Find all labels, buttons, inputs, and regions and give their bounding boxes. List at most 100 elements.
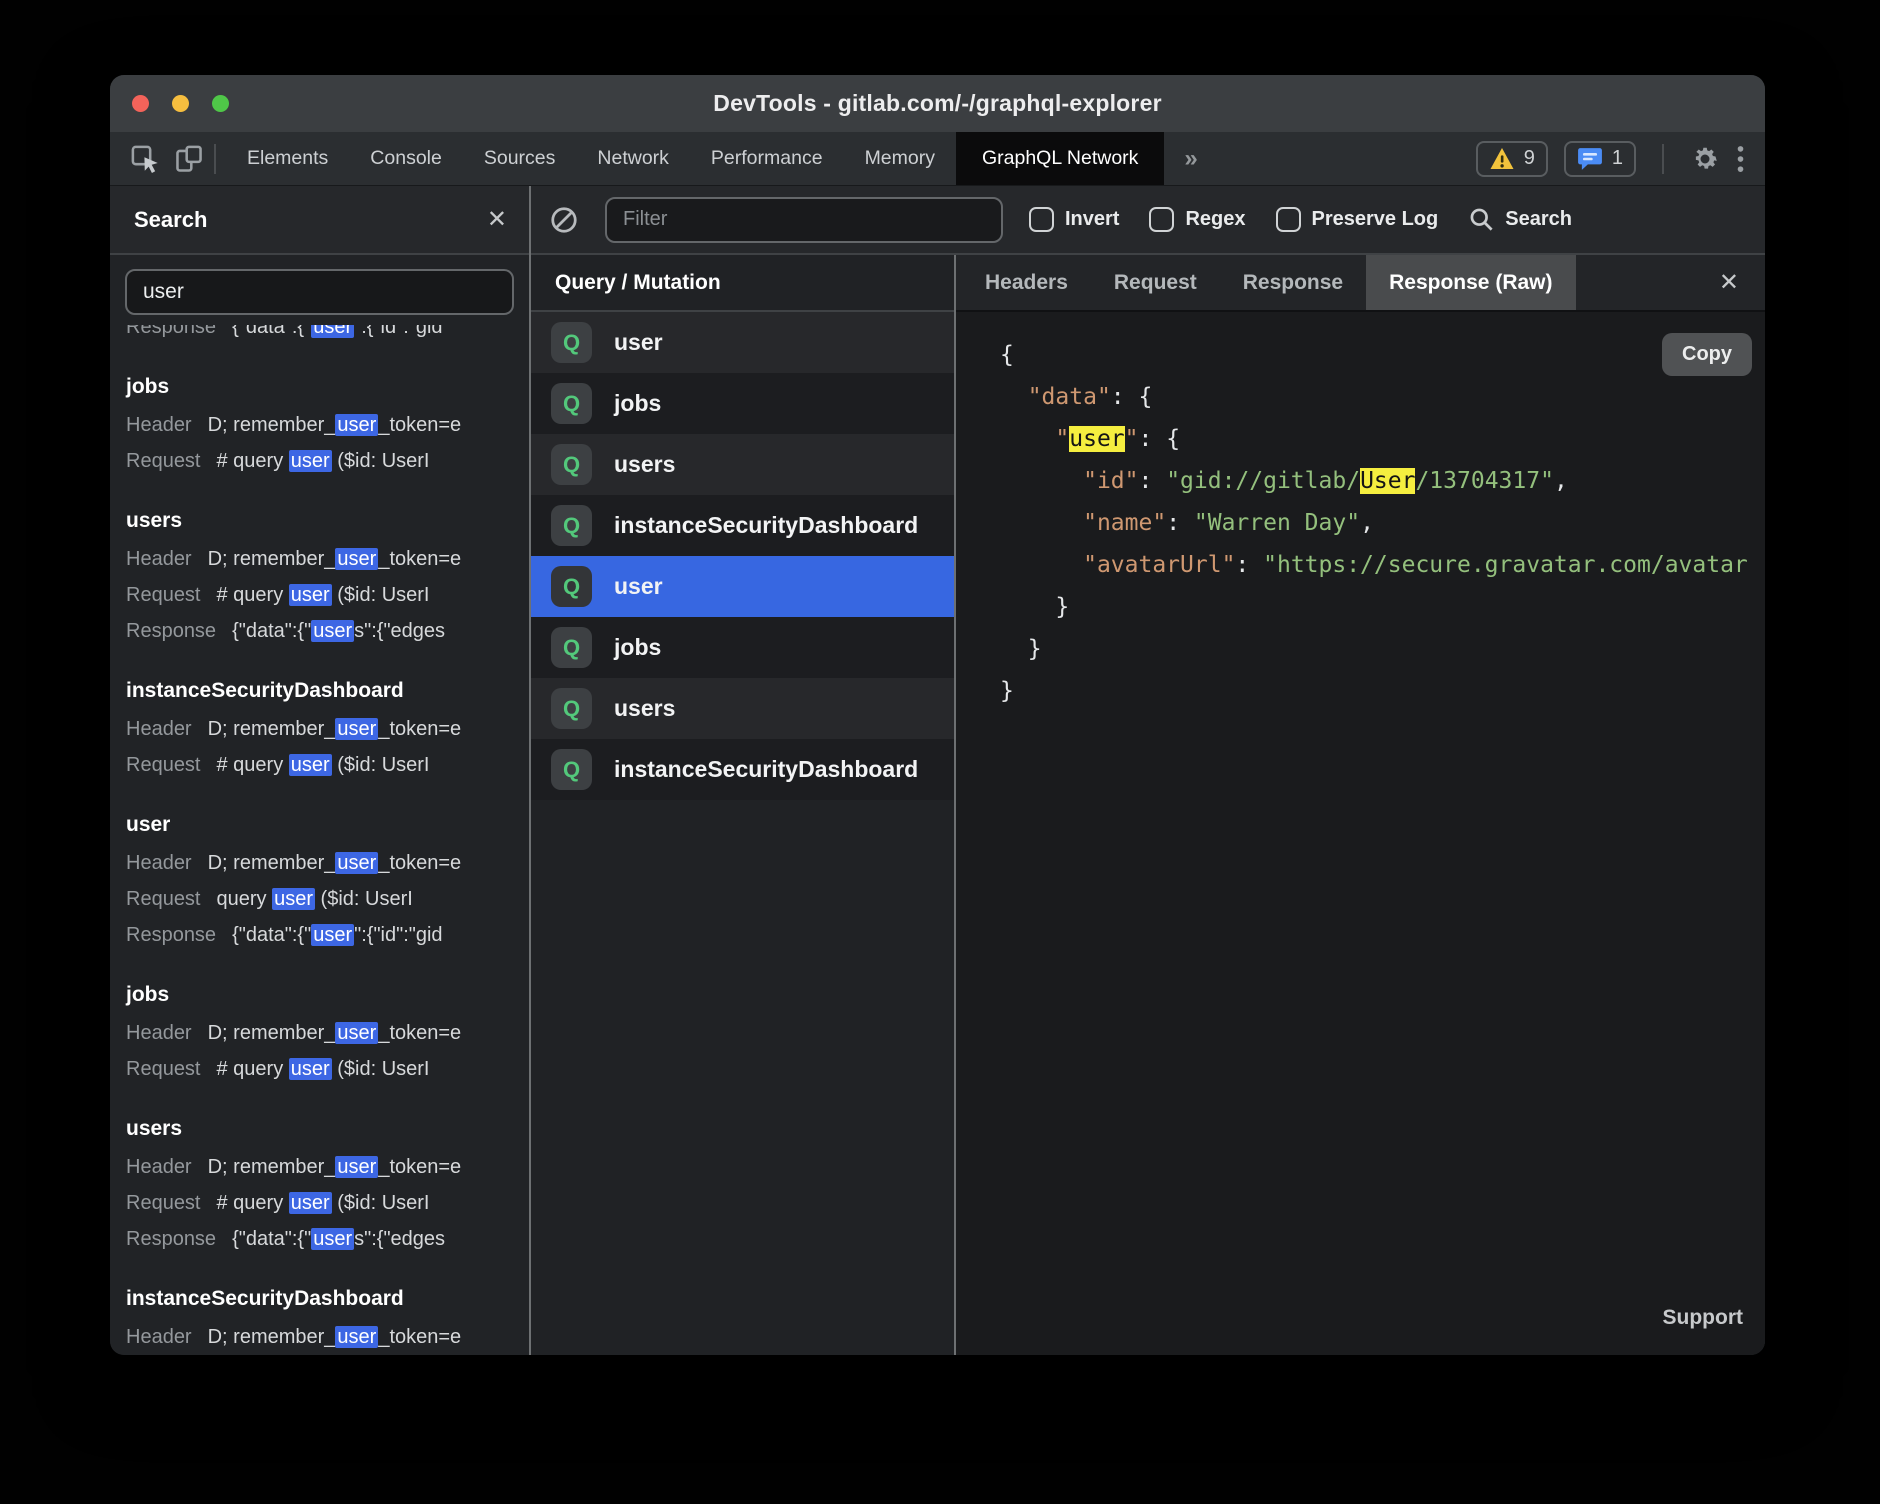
tab-performance[interactable]: Performance <box>690 132 844 185</box>
toolbar-search[interactable]: Search <box>1468 206 1572 233</box>
result-line-response[interactable]: Response{"data":{"user":{"id":"gid <box>126 325 443 345</box>
result-line-request[interactable]: Request# query user ($id: UserI <box>126 1051 529 1087</box>
device-toolbar-icon[interactable] <box>174 144 204 174</box>
search-match-highlight: user <box>335 1156 378 1178</box>
result-line-request[interactable]: Request# query user ($id: UserI <box>126 747 529 783</box>
result-line-header[interactable]: HeaderD; remember_user_token=e <box>126 1149 529 1185</box>
query-type-badge: Q <box>551 505 592 546</box>
result-group-title[interactable]: users <box>126 501 529 541</box>
result-line-header[interactable]: HeaderD; remember_user_token=e <box>126 407 529 443</box>
result-line-request[interactable]: Request# query user ($id: UserI <box>126 443 529 479</box>
detail-tab-response[interactable]: Response <box>1220 255 1366 310</box>
zoom-window-button[interactable] <box>212 95 229 112</box>
result-line-label: Request <box>126 450 201 472</box>
search-match-highlight: user <box>289 1058 332 1080</box>
message-badge[interactable]: 1 <box>1564 141 1636 177</box>
titlebar[interactable]: DevTools - gitlab.com/-/graphql-explorer <box>110 75 1765 132</box>
tab-sources[interactable]: Sources <box>463 132 577 185</box>
message-icon <box>1577 147 1603 171</box>
minimize-window-button[interactable] <box>172 95 189 112</box>
result-line-label: Request <box>126 1058 201 1080</box>
detail-close-icon[interactable]: ✕ <box>1719 271 1739 295</box>
search-input[interactable] <box>125 269 514 315</box>
checkbox-box[interactable] <box>1276 207 1301 232</box>
settings-gear-icon[interactable] <box>1690 144 1720 174</box>
result-line-request[interactable]: Requestquery user ($id: UserI <box>126 881 529 917</box>
query-row-label: user <box>614 573 663 600</box>
search-match-highlight: user <box>335 852 378 874</box>
checkbox-invert[interactable]: Invert <box>1029 207 1119 232</box>
query-type-badge: Q <box>551 322 592 363</box>
result-line-request[interactable]: Request# query user ($id: UserI <box>126 1185 529 1221</box>
result-line-header[interactable]: HeaderD; remember_user_token=e <box>126 541 529 577</box>
search-panel-close-icon[interactable]: ✕ <box>487 208 507 232</box>
result-group-title[interactable]: instanceSecurityDashboard <box>126 1279 529 1319</box>
tab-memory[interactable]: Memory <box>844 132 956 185</box>
query-row-users[interactable]: Qusers <box>531 678 954 739</box>
detail-tab-headers[interactable]: Headers <box>962 255 1091 310</box>
search-panel-title: Search <box>134 207 207 233</box>
warning-count: 9 <box>1524 147 1535 170</box>
query-mutation-panel: Query / Mutation QuserQjobsQusersQinstan… <box>531 255 956 1355</box>
query-row-jobs[interactable]: Qjobs <box>531 617 954 678</box>
search-panel: Search ✕ Response{"data":{"user":{"id":"… <box>110 186 531 1355</box>
detail-tab-request[interactable]: Request <box>1091 255 1220 310</box>
checkbox-box[interactable] <box>1029 207 1054 232</box>
support-label[interactable]: Support <box>1663 1297 1743 1339</box>
query-row-label: jobs <box>614 390 661 417</box>
more-tabs-chevron-icon[interactable]: » <box>1164 132 1217 185</box>
result-group-instancesecuritydashboard: instanceSecurityDashboardHeaderD; rememb… <box>126 671 529 783</box>
search-result-clipped-row[interactable]: Response{"data":{"user":{"id":"gid <box>126 325 529 345</box>
tab-elements[interactable]: Elements <box>226 132 349 185</box>
search-match-highlight: user <box>272 888 315 910</box>
result-group-title[interactable]: user <box>126 805 529 845</box>
result-line-label: Header <box>126 1022 192 1044</box>
filter-input[interactable] <box>605 197 1003 243</box>
query-row-users[interactable]: Qusers <box>531 434 954 495</box>
query-row-user[interactable]: Quser <box>531 556 954 617</box>
result-line-header[interactable]: HeaderD; remember_user_token=e <box>126 845 529 881</box>
filter-checkboxes: Invert Regex Preserve Log <box>1029 207 1438 232</box>
tab-graphql-network[interactable]: GraphQL Network <box>956 132 1164 185</box>
query-row-jobs[interactable]: Qjobs <box>531 373 954 434</box>
warning-icon <box>1489 147 1515 170</box>
checkbox-box[interactable] <box>1149 207 1174 232</box>
result-line-label: Request <box>126 1192 201 1214</box>
tab-network[interactable]: Network <box>576 132 690 185</box>
query-row-instancesecuritydashboard[interactable]: QinstanceSecurityDashboard <box>531 739 954 800</box>
json-line: } <box>1000 670 1765 712</box>
search-match-highlight: user <box>311 1228 354 1250</box>
result-line-label: Header <box>126 1326 192 1348</box>
clear-log-icon[interactable] <box>549 205 579 235</box>
result-line-response[interactable]: Response{"data":{"users":{"edges <box>126 1221 529 1257</box>
result-line-response[interactable]: Response{"data":{"users":{"edges <box>126 613 529 649</box>
detail-tab-response-raw[interactable]: Response (Raw) <box>1366 255 1575 310</box>
result-line-request[interactable]: Request# query user ($id: UserI <box>126 577 529 613</box>
result-line-label: Response <box>126 924 216 946</box>
result-line-label: Response <box>126 620 216 642</box>
result-line-response[interactable]: Response{"data":{"user":{"id":"gid <box>126 917 529 953</box>
checkbox-preserve-log[interactable]: Preserve Log <box>1276 207 1439 232</box>
result-group-title[interactable]: instanceSecurityDashboard <box>126 671 529 711</box>
tab-console[interactable]: Console <box>349 132 463 185</box>
search-match-highlight: user <box>335 414 378 436</box>
close-window-button[interactable] <box>132 95 149 112</box>
query-row-user[interactable]: Quser <box>531 312 954 373</box>
warning-badge[interactable]: 9 <box>1476 141 1548 177</box>
result-group-title[interactable]: users <box>126 1109 529 1149</box>
devtools-window: DevTools - gitlab.com/-/graphql-explorer… <box>110 75 1765 1355</box>
result-line-header[interactable]: HeaderD; remember_user_token=e <box>126 711 529 747</box>
more-menu-kebab-icon[interactable] <box>1736 144 1745 174</box>
inspect-element-icon[interactable] <box>130 144 160 174</box>
result-group-title[interactable]: jobs <box>126 975 529 1015</box>
checkbox-regex[interactable]: Regex <box>1149 207 1245 232</box>
traffic-lights <box>132 75 229 132</box>
search-match-highlight: user <box>335 1326 378 1348</box>
query-row-instancesecuritydashboard[interactable]: QinstanceSecurityDashboard <box>531 495 954 556</box>
result-group-title[interactable]: jobs <box>126 367 529 407</box>
search-icon <box>1468 206 1495 233</box>
json-line: } <box>1000 586 1765 628</box>
result-line-header[interactable]: HeaderD; remember_user_token=e <box>126 1319 529 1355</box>
copy-button[interactable]: Copy <box>1662 333 1752 376</box>
result-line-header[interactable]: HeaderD; remember_user_token=e <box>126 1015 529 1051</box>
